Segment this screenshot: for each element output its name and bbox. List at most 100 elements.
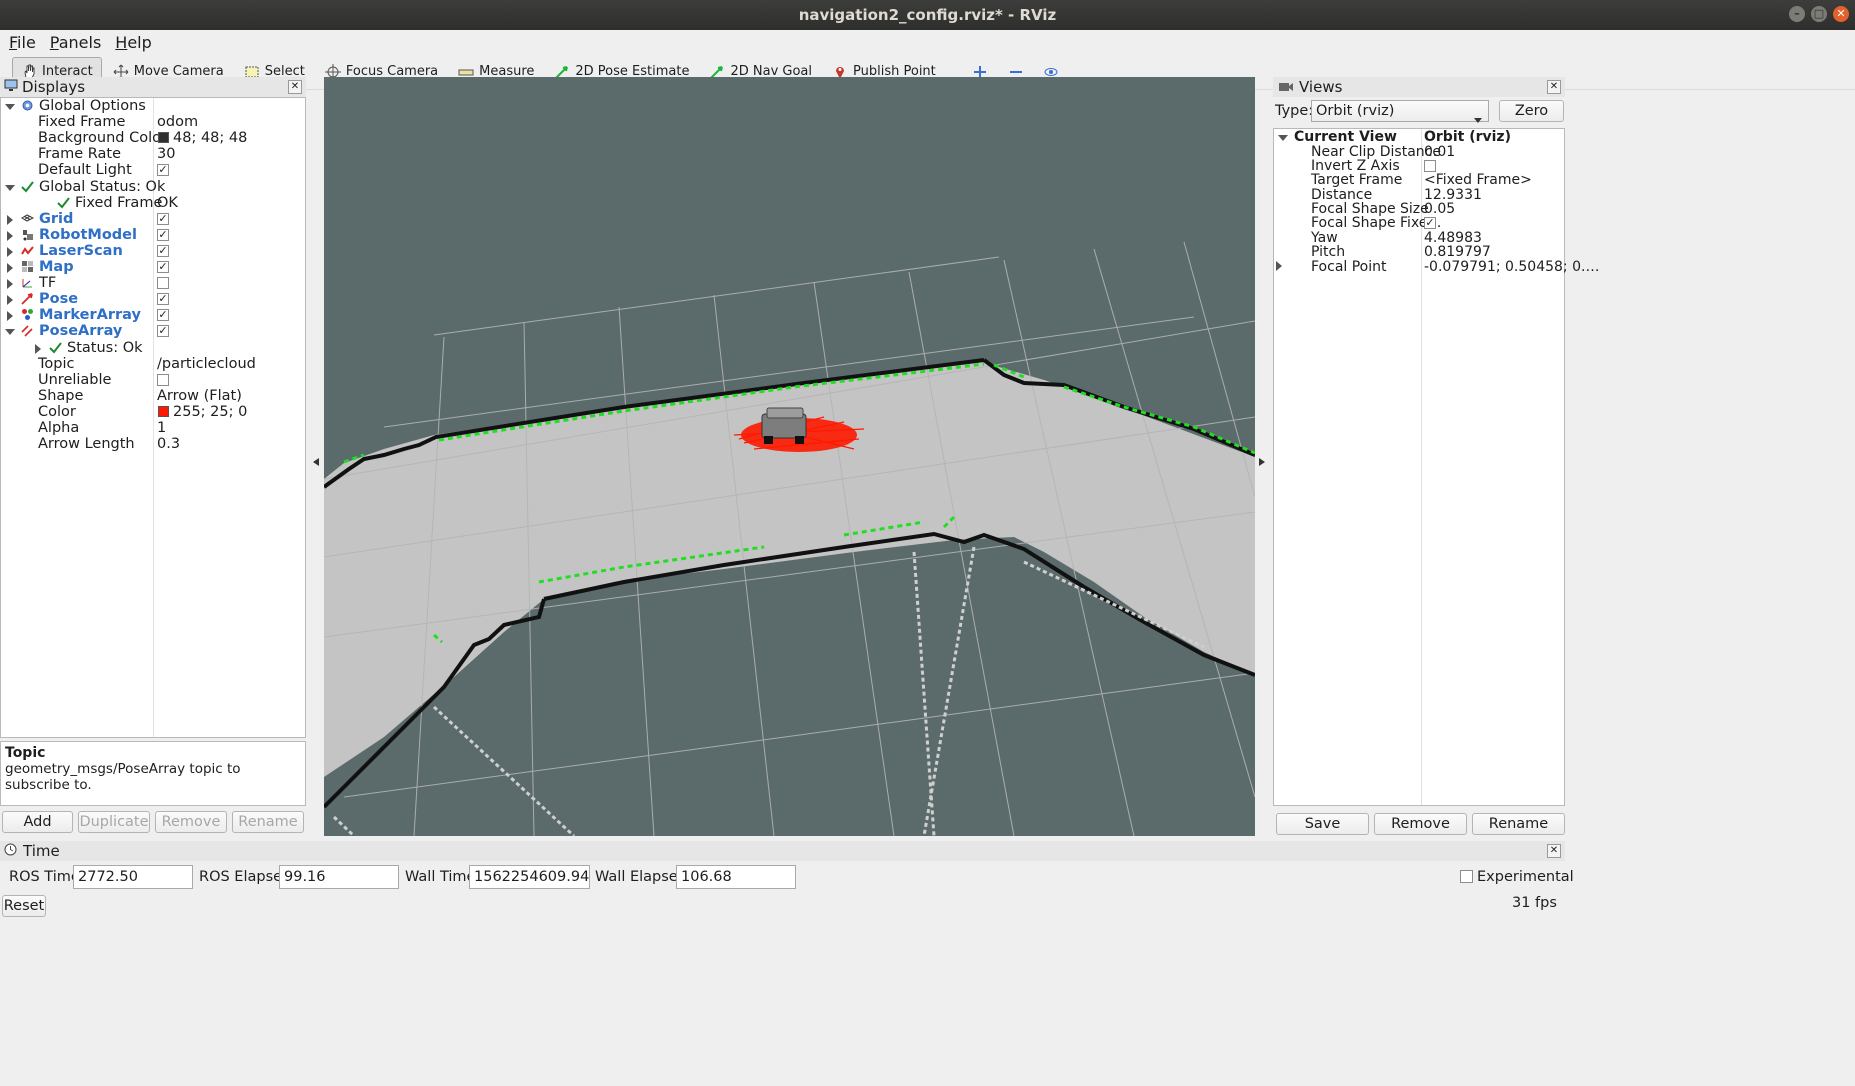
view-property-row[interactable]: Pitch 0.819797 [1274,245,1564,259]
view-property-row[interactable]: Focal Shape Size 0.05 [1274,202,1564,216]
display-row[interactable]: PoseArray ✓ [1,323,305,339]
close-icon[interactable]: ✕ [1833,6,1849,22]
view-property-value[interactable]: 0.819797 [1424,245,1491,259]
save-view-button[interactable]: Save [1276,813,1369,835]
display-row-value-cell[interactable]: 255; 25; 0 [158,404,247,420]
view-property-row[interactable]: Yaw 4.48983 [1274,231,1564,245]
add-display-button[interactable]: Add [2,811,73,833]
wall-elapsed-field[interactable]: 106.68 [676,865,796,889]
display-row[interactable]: TF [1,275,305,291]
close-time-icon[interactable]: ✕ [1547,844,1561,858]
menu-panels[interactable]: Panels [50,33,102,52]
view-property-value[interactable]: 0.05 [1424,202,1455,216]
menu-help[interactable]: Help [115,33,151,52]
expand-arrow-icon[interactable] [33,343,43,354]
enabled-checkbox[interactable] [157,373,169,386]
display-row[interactable]: Shape Arrow (Flat) [1,388,305,404]
displays-tree[interactable]: Global Options Fixed Frame odom Background … [0,97,306,738]
enabled-checkbox[interactable]: ✓ [157,309,169,322]
display-row[interactable]: Global Options [1,98,305,114]
collapse-right-icon[interactable] [1259,452,1265,470]
display-row-value-cell[interactable]: 0.3 [157,436,180,452]
expand-arrow-icon[interactable] [5,230,15,241]
current-view-row[interactable]: Current View Orbit (rviz) [1274,130,1564,144]
views-tree[interactable]: Current View Orbit (rviz) Near Clip Dist… [1273,128,1599,806]
enabled-checkbox[interactable]: ✓ [157,212,169,225]
view-type-select[interactable]: Orbit (rviz) [1311,100,1489,123]
view-property-value[interactable]: 12.9331 [1424,188,1482,202]
rename-view-button[interactable]: Rename [1472,813,1565,835]
property-checkbox[interactable] [1424,160,1436,173]
display-row[interactable]: Global Status: Ok [1,179,305,195]
display-row[interactable]: Topic/particlecloud [1,356,305,372]
display-row[interactable]: Frame Rate 30 [1,146,305,162]
expand-arrow-icon[interactable] [5,246,15,257]
enabled-checkbox[interactable]: ✓ [157,228,169,241]
view-property-row[interactable]: Focal Point -0.079791; 0.50458; 0.… [1274,260,1599,274]
view-property-row[interactable]: Target Frame <Fixed Frame> [1274,173,1564,187]
property-checkbox[interactable]: ✓ [1424,217,1436,230]
enabled-checkbox[interactable]: ✓ [157,261,169,273]
close-views-icon[interactable]: ✕ [1547,80,1561,94]
duplicate-display-button[interactable]: Duplicate [78,811,150,833]
render-viewport[interactable] [324,77,1255,836]
view-property-value[interactable]: <Fixed Frame> [1424,173,1532,187]
display-row[interactable]: LaserScan ✓ [1,243,305,259]
display-row[interactable]: Background Color 48; 48; 48 [1,130,305,146]
expand-arrow-icon[interactable] [5,310,15,322]
display-row[interactable]: Pose ✓ [1,291,305,307]
experimental-checkbox[interactable] [1460,870,1473,883]
remove-display-button[interactable]: Remove [155,811,227,833]
maximize-icon[interactable]: □ [1811,6,1827,22]
display-row-value-cell[interactable]: OK [157,195,178,211]
collapse-arrow-icon[interactable] [5,326,15,336]
enabled-checkbox[interactable]: ✓ [157,293,169,306]
collapse-arrow-icon[interactable] [5,101,15,111]
display-row[interactable]: MarkerArray ✓ [1,307,305,323]
enabled-checkbox[interactable]: ✓ [157,325,169,338]
display-row[interactable]: Color 255; 25; 0 [1,404,305,420]
display-row[interactable]: Status: Ok [1,340,305,356]
menu-file[interactable]: File [9,33,36,52]
enabled-checkbox[interactable]: ✓ [157,244,169,257]
view-property-row[interactable]: Near Clip Distance 0.01 [1274,145,1564,159]
collapse-arrow-icon[interactable] [5,182,15,192]
enabled-checkbox[interactable] [157,277,169,290]
display-row[interactable]: Map ✓ [1,259,305,275]
expand-arrow-icon[interactable] [1278,132,1288,142]
display-row[interactable]: Fixed Frame odom [1,114,305,130]
rename-display-button[interactable]: Rename [232,811,304,833]
display-row-value-cell[interactable]: Arrow (Flat) [157,388,242,404]
ros-elapsed-field[interactable]: 99.16 [279,865,399,889]
display-row-value-cell[interactable]: 30 [157,146,175,162]
display-row[interactable]: Default Light ✓ [1,162,305,178]
close-displays-icon[interactable]: ✕ [288,80,302,94]
enabled-checkbox[interactable]: ✓ [157,164,169,177]
view-property-value[interactable]: 0.01 [1424,145,1455,159]
display-row[interactable]: Arrow Length 0.3 [1,436,305,452]
remove-view-button[interactable]: Remove [1374,813,1467,835]
display-row[interactable]: Fixed Frame OK [1,195,305,211]
display-row-value-cell[interactable]: 48; 48; 48 [158,130,247,146]
zero-button[interactable]: Zero [1499,100,1564,122]
wall-time-field[interactable]: 1562254609.94 [469,865,590,889]
view-property-value[interactable]: 4.48983 [1424,231,1482,245]
display-row-value-cell[interactable]: odom [157,114,198,130]
reset-button[interactable]: Reset [2,895,46,917]
expand-arrow-icon[interactable] [5,214,15,225]
display-row-value-cell[interactable]: /particlecloud [157,356,256,372]
display-row[interactable]: RobotModel ✓ [1,227,305,243]
expand-arrow-icon[interactable] [5,262,15,273]
ros-time-field[interactable]: 2772.50 [73,865,193,889]
display-row[interactable]: Unreliable [1,372,305,388]
display-row[interactable]: Alpha 1 [1,420,305,436]
expand-arrow-icon[interactable] [5,294,15,306]
display-row[interactable]: Grid ✓ [1,211,305,227]
view-property-value[interactable]: -0.079791; 0.50458; 0.… [1424,260,1599,274]
expand-arrow-icon[interactable] [5,278,15,290]
view-property-row[interactable]: Focal Shape Fixe… ✓ [1274,216,1564,230]
collapse-left-icon[interactable] [313,452,319,470]
display-row-value-cell[interactable]: 1 [157,420,166,436]
view-property-row[interactable]: Distance 12.9331 [1274,188,1564,202]
view-property-row[interactable]: Invert Z Axis [1274,159,1564,173]
